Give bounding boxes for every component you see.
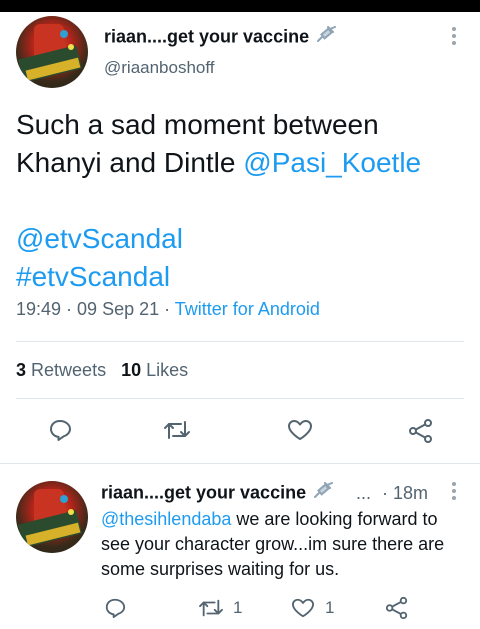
more-icon[interactable] bbox=[451, 27, 457, 47]
reply-button[interactable] bbox=[48, 418, 72, 442]
like-button[interactable]: 1 bbox=[291, 597, 334, 619]
tweet-time: 19:49 bbox=[16, 299, 62, 319]
retweets-label: Retweets bbox=[31, 360, 107, 380]
tweet-meta: 19:49 · 09 Sep 21 · Twitter for Android bbox=[16, 299, 320, 319]
reply-time: · 18m bbox=[382, 483, 429, 503]
syringe-icon bbox=[312, 482, 334, 505]
retweet-icon bbox=[164, 421, 190, 439]
reply-author-name-text: riaan....get your vaccine bbox=[101, 482, 307, 503]
retweet-count: 1 bbox=[233, 598, 243, 617]
mention-link[interactable]: @etvScandal bbox=[16, 220, 466, 258]
like-icon bbox=[291, 598, 314, 618]
reply-avatar[interactable] bbox=[16, 481, 88, 553]
share-button[interactable] bbox=[385, 596, 409, 620]
hashtag-link[interactable]: #etvScandal bbox=[16, 258, 466, 296]
reply-button[interactable] bbox=[104, 597, 126, 619]
tweet-source[interactable]: Twitter for Android bbox=[175, 299, 320, 319]
reply-text: @thesihlendaba we are looking forward to… bbox=[101, 507, 467, 582]
reply-icon bbox=[105, 598, 126, 619]
share-icon bbox=[409, 419, 432, 443]
author-name-text: riaan....get your vaccine bbox=[104, 26, 310, 47]
divider bbox=[16, 341, 464, 342]
tweet-text-line1: Such a sad moment between bbox=[16, 109, 379, 140]
retweet-button[interactable]: 1 bbox=[198, 597, 242, 619]
avatar[interactable] bbox=[16, 16, 88, 88]
author-name[interactable]: riaan....get your vaccine bbox=[104, 26, 337, 49]
share-icon bbox=[385, 596, 408, 620]
likes-count: 10 bbox=[121, 360, 142, 380]
reply-time-text: 18m bbox=[393, 483, 429, 503]
divider bbox=[0, 463, 480, 464]
like-icon bbox=[288, 420, 312, 440]
like-button[interactable] bbox=[287, 418, 313, 442]
retweets-count: 3 bbox=[16, 360, 27, 380]
likes-label: Likes bbox=[146, 360, 189, 380]
retweet-button[interactable] bbox=[163, 418, 191, 442]
syringe-icon bbox=[315, 26, 337, 49]
status-bar bbox=[0, 0, 480, 12]
reply-author-name[interactable]: riaan....get your vaccine bbox=[101, 482, 334, 505]
share-button[interactable] bbox=[408, 418, 434, 444]
tweet-text: Such a sad moment between Khanyi and Din… bbox=[16, 106, 466, 296]
author-handle[interactable]: @riaanboshoff bbox=[104, 58, 215, 78]
tweet-text-line2: Khanyi and Dintle @Pasi_Koetle bbox=[16, 144, 466, 182]
reply-icon bbox=[50, 420, 71, 441]
like-count: 1 bbox=[325, 598, 335, 617]
likes-stat[interactable]: 10 Likes bbox=[121, 360, 188, 380]
divider bbox=[16, 398, 464, 399]
more-icon[interactable] bbox=[451, 482, 457, 502]
tweet-date: 09 Sep 21 bbox=[77, 299, 160, 319]
mention-link[interactable]: @Pasi_Koetle bbox=[243, 147, 421, 178]
mention-link[interactable]: @thesihlendaba bbox=[101, 509, 231, 529]
reply-ellipsis: ... bbox=[356, 483, 372, 503]
tweet-text-line2-text: Khanyi and Dintle bbox=[16, 147, 244, 178]
tweet-stats: 3 Retweets 10 Likes bbox=[16, 360, 188, 381]
retweet-icon bbox=[199, 599, 223, 617]
retweets-stat[interactable]: 3 Retweets bbox=[16, 360, 106, 380]
